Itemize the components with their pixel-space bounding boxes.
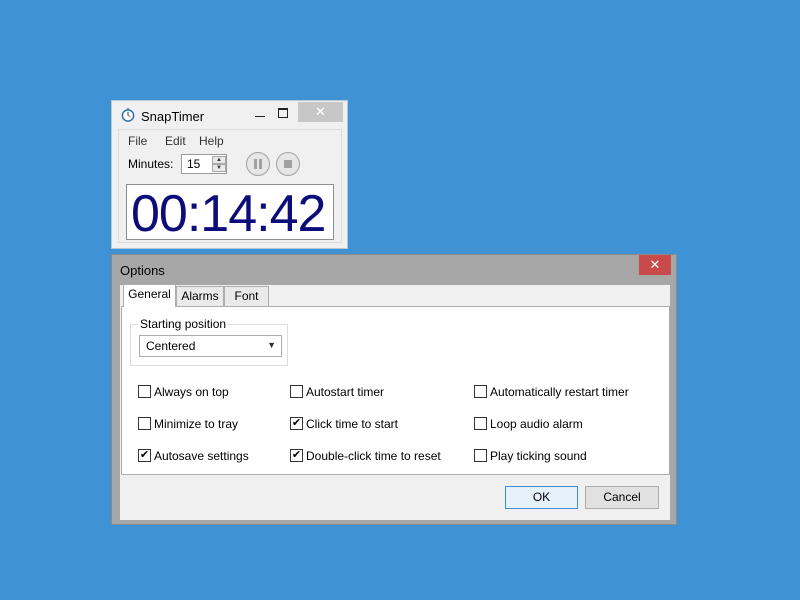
checkbox-box[interactable] xyxy=(290,385,303,398)
checkbox-box[interactable] xyxy=(138,385,151,398)
checkbox-box[interactable] xyxy=(474,385,487,398)
general-tab-panel: Starting position Centered ▼ Always on t… xyxy=(121,306,670,475)
minutes-value[interactable]: 15 xyxy=(187,157,200,171)
window-title: SnapTimer xyxy=(141,109,204,124)
time-text[interactable]: 00:14:42 xyxy=(131,184,325,240)
close-button[interactable]: ✕ xyxy=(298,102,343,122)
menu-file[interactable]: File xyxy=(128,134,147,148)
cancel-button[interactable]: Cancel xyxy=(585,486,659,509)
time-display[interactable]: 00:14:42 xyxy=(126,184,334,240)
checkbox-box[interactable]: ✔ xyxy=(290,417,303,430)
tab-general[interactable]: General xyxy=(123,284,176,307)
snaptimer-titlebar[interactable]: SnapTimer ✕ xyxy=(112,101,347,129)
tab-alarms[interactable]: Alarms xyxy=(176,286,224,306)
checkbox-label: Automatically restart timer xyxy=(490,385,629,399)
stop-icon[interactable] xyxy=(276,152,300,176)
checkbox-label: Autostart timer xyxy=(306,385,384,399)
checkbox-label: Loop audio alarm xyxy=(490,417,583,431)
checkbox-box[interactable] xyxy=(138,417,151,430)
maximize-button[interactable] xyxy=(272,105,294,123)
pause-icon[interactable] xyxy=(246,152,270,176)
ok-button[interactable]: OK xyxy=(505,486,578,509)
starting-position-group: Starting position Centered ▼ xyxy=(130,324,288,366)
checkbox-label: Play ticking sound xyxy=(490,449,587,463)
checkbox-box[interactable]: ✔ xyxy=(138,449,151,462)
group-label: Starting position xyxy=(138,317,228,331)
spin-down-button[interactable]: ▼ xyxy=(212,164,226,172)
checkbox-box[interactable]: ✔ xyxy=(290,449,303,462)
menu-help[interactable]: Help xyxy=(199,134,224,148)
stopwatch-icon xyxy=(121,108,135,122)
snaptimer-window: SnapTimer ✕ File Edit Help Minutes: 15 ▲… xyxy=(111,100,348,249)
spin-up-button[interactable]: ▲ xyxy=(212,156,226,164)
menu-edit[interactable]: Edit xyxy=(165,134,186,148)
minutes-label: Minutes: xyxy=(128,157,173,171)
tab-font[interactable]: Font xyxy=(224,286,269,306)
chevron-down-icon: ▼ xyxy=(267,340,276,350)
checkbox-label: Minimize to tray xyxy=(154,417,238,431)
checkbox-label: Double-click time to reset xyxy=(306,449,441,463)
minutes-stepper[interactable]: 15 ▲ ▼ xyxy=(181,154,227,174)
checkbox-label: Always on top xyxy=(154,385,229,399)
starting-position-select[interactable]: Centered ▼ xyxy=(139,335,282,357)
checkbox-box[interactable] xyxy=(474,449,487,462)
select-value: Centered xyxy=(146,339,195,353)
options-dialog: Options ✕ General Alarms Font Starting p… xyxy=(111,254,677,525)
minimize-button[interactable] xyxy=(249,105,271,123)
options-client: General Alarms Font Starting position Ce… xyxy=(120,285,670,520)
checkbox-box[interactable] xyxy=(474,417,487,430)
checkbox-label: Autosave settings xyxy=(154,449,249,463)
dialog-title: Options xyxy=(120,263,165,278)
checkbox-label: Click time to start xyxy=(306,417,398,431)
dialog-close-button[interactable]: ✕ xyxy=(639,255,671,275)
snaptimer-client: File Edit Help Minutes: 15 ▲ ▼ 00:14:42 xyxy=(118,129,342,243)
